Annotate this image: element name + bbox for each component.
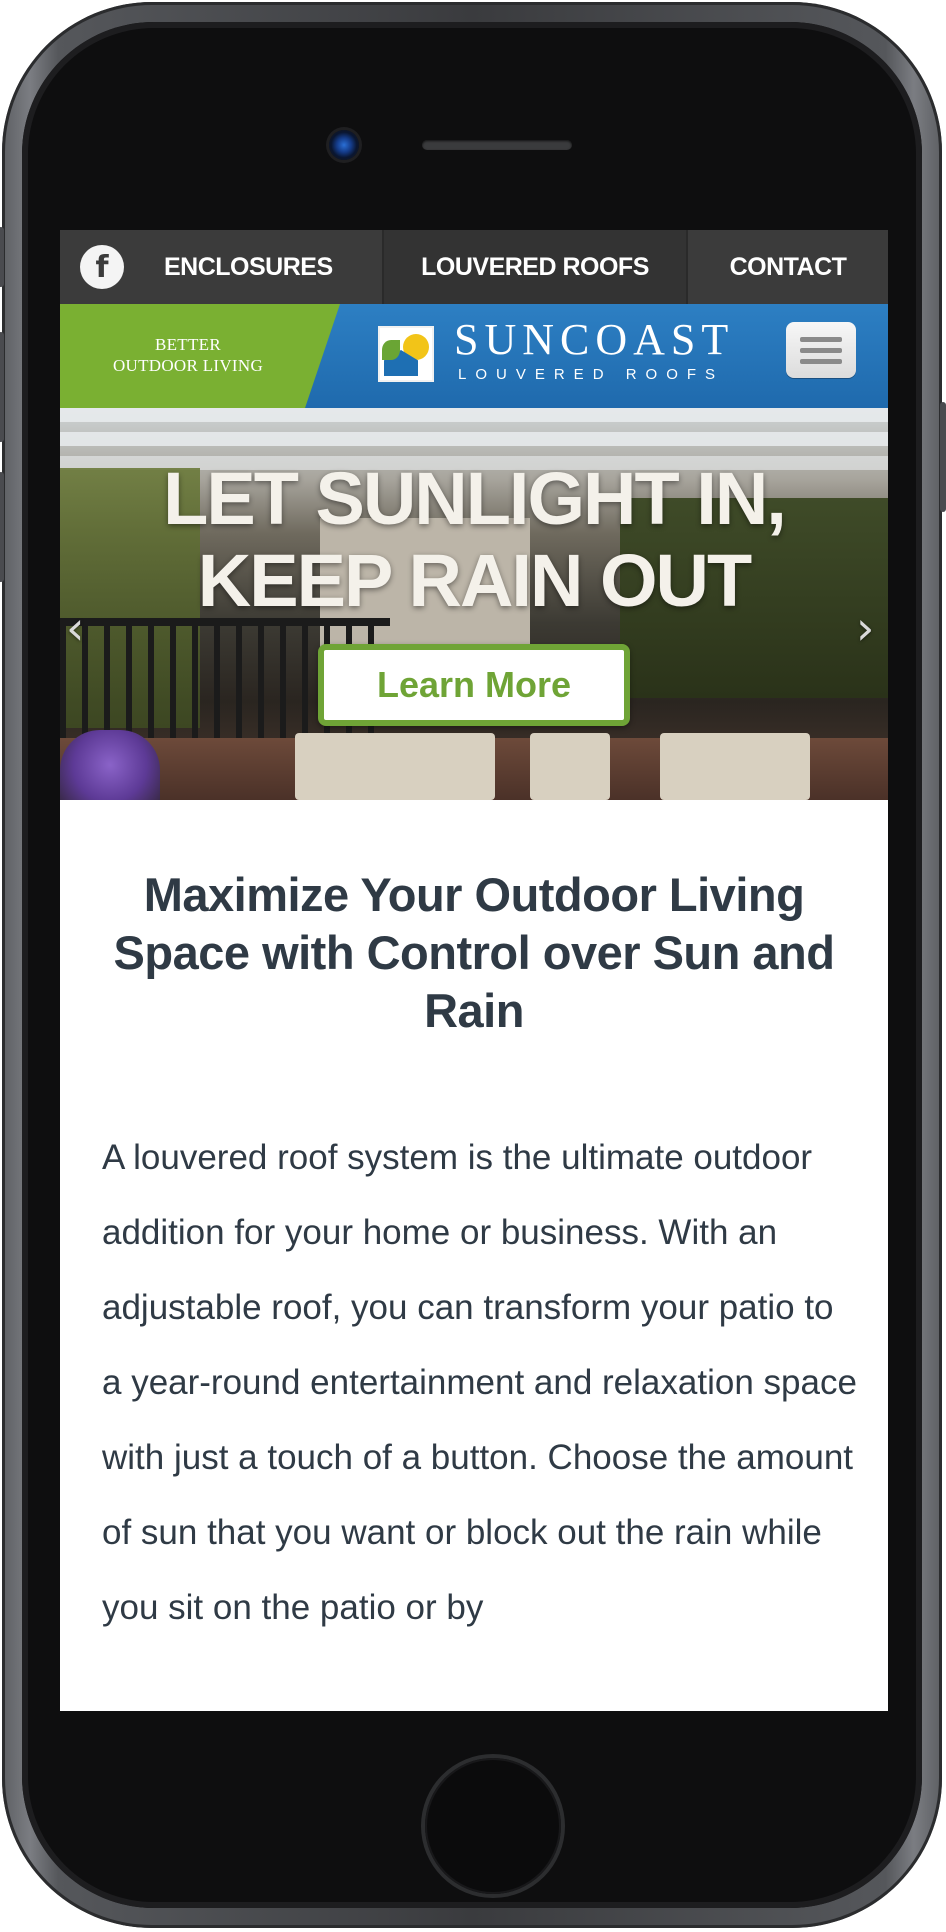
logo-icon[interactable] xyxy=(378,326,434,382)
phone-screen: f ENCLOSURES LOUVERED ROOFS CONTACT BETT… xyxy=(60,230,888,1711)
hero-sofa xyxy=(295,733,495,800)
menu-bar xyxy=(800,337,842,342)
hero-headline-line: KEEP RAIN OUT xyxy=(197,539,752,622)
power-button xyxy=(940,402,946,512)
hero-headline-line: LET SUNLIGHT IN, xyxy=(163,457,787,540)
menu-bar xyxy=(800,348,842,353)
learn-more-button[interactable]: Learn More xyxy=(318,644,630,726)
top-navigation: f ENCLOSURES LOUVERED ROOFS CONTACT xyxy=(60,230,888,304)
louver-slat xyxy=(60,432,888,446)
facebook-link[interactable]: f xyxy=(60,230,144,304)
mute-switch xyxy=(0,227,4,287)
page-heading: Maximize Your Outdoor Living Space with … xyxy=(113,868,835,1037)
logo-subtitle: LOUVERED ROOFS xyxy=(458,366,725,383)
hero-headline: LET SUNLIGHT IN, KEEP RAIN OUT xyxy=(60,458,888,622)
louver-slat xyxy=(60,408,888,422)
body-text: A louvered roof system is the ultimate o… xyxy=(102,1138,857,1627)
tagline: BETTER OUTDOOR LIVING xyxy=(112,335,264,375)
logo-name[interactable]: SUNCOAST xyxy=(454,318,734,362)
hamburger-menu-icon[interactable] xyxy=(786,322,856,378)
front-camera xyxy=(329,130,359,160)
main-content: Maximize Your Outdoor Living Space with … xyxy=(60,800,888,1711)
hero-flowers xyxy=(60,730,160,800)
nav-item-louvered-roofs[interactable]: LOUVERED ROOFS xyxy=(382,230,688,304)
home-button[interactable] xyxy=(425,1758,561,1894)
chevron-left-icon[interactable]: ‹ xyxy=(66,605,90,651)
nav-item-contact[interactable]: CONTACT xyxy=(688,230,888,304)
chevron-right-icon[interactable]: › xyxy=(856,605,880,651)
volume-up-button xyxy=(0,332,4,442)
menu-bar xyxy=(800,359,842,364)
volume-down-button xyxy=(0,472,4,582)
hero-sofa xyxy=(530,733,610,800)
nav-item-enclosures[interactable]: ENCLOSURES xyxy=(144,230,382,304)
logo-leaf-shape xyxy=(382,340,400,360)
hero-sofa xyxy=(660,733,810,800)
hero-slider: LET SUNLIGHT IN, KEEP RAIN OUT Learn Mor… xyxy=(60,408,888,800)
facebook-icon: f xyxy=(80,245,124,289)
site-header: BETTER OUTDOOR LIVING SUNCOAST LOUVERED … xyxy=(60,304,888,408)
earpiece-speaker xyxy=(422,140,572,150)
